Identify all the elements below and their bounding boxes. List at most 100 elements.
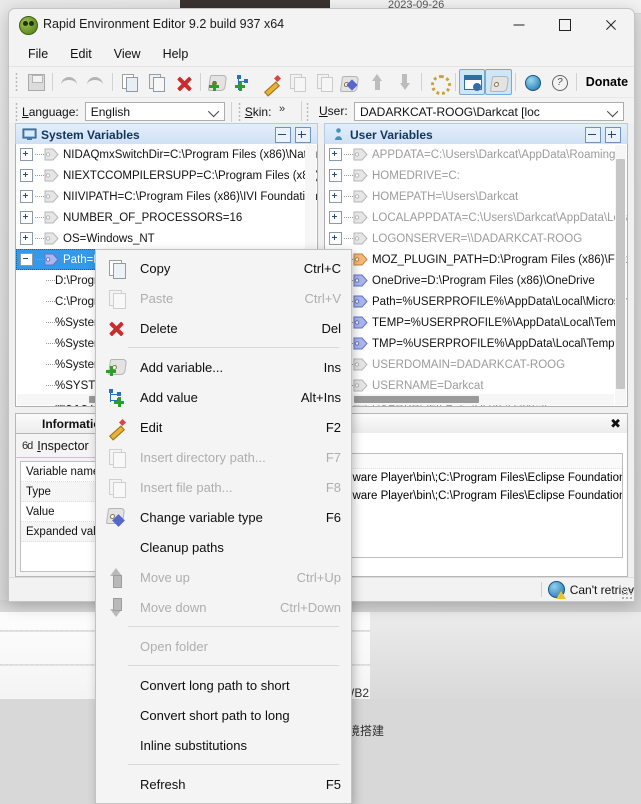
user-value: DADARKCAT-ROOG\Darkcat [loc (360, 104, 540, 119)
copy-icon[interactable] (116, 69, 143, 95)
tree-row[interactable]: HOMEPATH=\Users\Darkcat (325, 186, 627, 207)
tree-row[interactable]: LOCALAPPDATA=C:\Users\Darkcat\AppData\Lo… (325, 207, 627, 228)
menu-help[interactable]: Help (152, 44, 200, 64)
language-select[interactable]: English (84, 102, 225, 121)
web-icon[interactable] (519, 69, 546, 95)
delete-icon[interactable] (170, 69, 197, 95)
insert-file-path-icon[interactable] (311, 69, 338, 95)
menu-item-add-value[interactable]: Add value Alt+Ins (96, 382, 351, 412)
save-icon[interactable] (22, 69, 49, 95)
context-menu[interactable]: Copy Ctrl+C Paste Ctrl+V Delete Del Add variab… (95, 249, 352, 804)
menu-edit[interactable]: Edit (59, 44, 103, 64)
insert-directory-path-icon[interactable] (284, 69, 311, 95)
collapse-all-button[interactable] (585, 127, 601, 143)
menu-item-label: Add value (140, 389, 198, 405)
tree-row[interactable]: TMP=%USERPROFILE%\AppData\Local\Temp (325, 333, 627, 354)
tree-row[interactable]: TEMP=%USERPROFILE%\AppData\Local\Temp (325, 312, 627, 333)
collapse-all-button[interactable] (275, 127, 291, 143)
user-select[interactable]: DADARKCAT-ROOG\Darkcat [loc (354, 102, 624, 121)
expand-icon[interactable] (329, 148, 342, 161)
tree-row[interactable]: USERNAME=Darkcat (325, 375, 627, 396)
redo-icon[interactable] (83, 69, 110, 95)
user-label: User: (319, 104, 348, 118)
menu-item-copy[interactable]: Copy Ctrl+C (96, 253, 351, 283)
overflow-chevron-icon[interactable]: » (279, 103, 285, 115)
expand-icon[interactable] (329, 232, 342, 245)
menu-item-inline-substitutions[interactable]: Inline substitutions (96, 730, 351, 760)
expand-all-button[interactable] (295, 127, 311, 143)
menu-item-change-variable-type[interactable]: Change variable type F6 (96, 502, 351, 532)
help-icon[interactable]: ? (546, 69, 573, 95)
user-tree-hscrollbar[interactable] (326, 394, 614, 405)
menu-item-accelerator: Ctrl+Down (279, 599, 341, 615)
titlebar: Rapid Environment Editor 9.2 build 937 x… (9, 9, 634, 41)
paste-icon[interactable] (143, 69, 170, 95)
expand-icon[interactable] (20, 169, 33, 182)
options-bar-grip[interactable] (15, 101, 18, 122)
menu-item-convert-long-path-to-short[interactable]: Convert long path to short (96, 670, 351, 700)
change-variable-type-icon[interactable] (338, 69, 365, 95)
inspector-label: Inspector (37, 438, 89, 453)
undo-icon[interactable] (56, 69, 83, 95)
expand-icon[interactable] (20, 190, 33, 203)
tree-row[interactable]: APPDATA=C:\Users\Darkcat\AppData\Roaming (325, 144, 627, 165)
expand-all-button[interactable] (605, 127, 621, 143)
donate-button[interactable]: Donate (580, 75, 634, 89)
expand-icon[interactable] (20, 211, 33, 224)
collapse-icon[interactable] (20, 253, 33, 266)
toolbar-grip[interactable] (15, 72, 18, 92)
menu-file[interactable]: File (17, 44, 59, 64)
menu-item-refresh[interactable]: Refresh F5 (96, 769, 351, 799)
minimize-button[interactable] (496, 9, 542, 40)
settings-icon[interactable] (425, 69, 452, 95)
expand-icon[interactable] (329, 190, 342, 203)
resize-grip[interactable] (621, 588, 632, 599)
user-tree-vscrollbar[interactable] (615, 145, 626, 405)
maximize-button[interactable] (542, 9, 588, 40)
tree-row[interactable]: NIDAQmxSwitchDir=C:\Program Files (x86)\… (16, 144, 317, 165)
menu-item-add-variable[interactable]: Add variable... Ins (96, 352, 351, 382)
tree-row[interactable]: MOZ_PLUGIN_PATH=D:\Program Files (x86)\F… (325, 249, 627, 270)
tree-row[interactable]: OneDrive=D:\Program Files (x86)\OneDrive (325, 270, 627, 291)
menu-item-edit[interactable]: Edit F2 (96, 412, 351, 442)
add-variable-icon[interactable] (204, 69, 231, 95)
menu-item-delete[interactable]: Delete Del (96, 313, 351, 343)
tree-row[interactable]: HOMEDRIVE=C: (325, 165, 627, 186)
tree-row[interactable]: OS=Windows_NT (16, 228, 317, 249)
tree-row[interactable]: USERDOMAIN=DADARKCAT-ROOG (325, 354, 627, 375)
menu-item-convert-short-path-to-long[interactable]: Convert short path to long (96, 700, 351, 730)
variable-tag-icon (353, 316, 368, 329)
expand-icon[interactable] (20, 232, 33, 245)
close-button[interactable] (588, 9, 634, 40)
user-bar-grip[interactable] (306, 102, 309, 122)
edit-icon[interactable] (257, 69, 284, 95)
close-icon[interactable]: ✖ (610, 416, 621, 431)
expand-icon[interactable] (20, 148, 33, 161)
show-info-panel-icon[interactable] (458, 69, 486, 95)
menu-item-label: Insert file path... (140, 479, 233, 495)
move-up-icon[interactable] (364, 69, 391, 95)
move-down-icon[interactable] (391, 69, 418, 95)
tree-row[interactable]: NUMBER_OF_PROCESSORS=16 (16, 207, 317, 228)
menu-item-label: Move down (140, 599, 207, 615)
show-tags-icon[interactable] (485, 69, 513, 95)
menu-item-cleanup-paths[interactable]: Cleanup paths (96, 532, 351, 562)
tree-row[interactable]: Path=%USERPROFILE%\AppData\Local\Microso… (325, 291, 627, 312)
add-value-icon[interactable] (230, 69, 257, 95)
detail-row[interactable]: \VMware Player\bin\;C:\Program Files\Ecl… (330, 469, 622, 487)
user-variables-panel: User Variables APPDATA=C:\Users\Darkcat\… (324, 123, 628, 407)
detail-row[interactable]: \VMware Player\bin\;C:\Program Files\Ecl… (330, 487, 622, 505)
tree-row[interactable]: LOGONSERVER=\\DADARKCAT-ROOG (325, 228, 627, 249)
skin-bar-grip[interactable] (237, 101, 241, 122)
expand-icon[interactable] (329, 169, 342, 182)
menu-view[interactable]: View (103, 44, 152, 64)
variable-tag-icon (44, 190, 59, 203)
detail-value-list[interactable]: \VMware Player\bin\;C:\Program Files\Ecl… (329, 453, 623, 558)
variable-tag-icon (353, 232, 368, 245)
tree-row[interactable]: NIEXTCCOMPILERSUPP=C:\Program Files (x86… (16, 165, 317, 186)
globe-warning-icon (547, 581, 566, 599)
tree-row[interactable]: NIIVIPATH=C:\Program Files (x86)\IVI Fou… (16, 186, 317, 207)
user-variables-tree[interactable]: APPDATA=C:\Users\Darkcat\AppData\Roaming… (324, 144, 628, 407)
expand-icon[interactable] (329, 211, 342, 224)
language-label: Language: (22, 104, 79, 119)
